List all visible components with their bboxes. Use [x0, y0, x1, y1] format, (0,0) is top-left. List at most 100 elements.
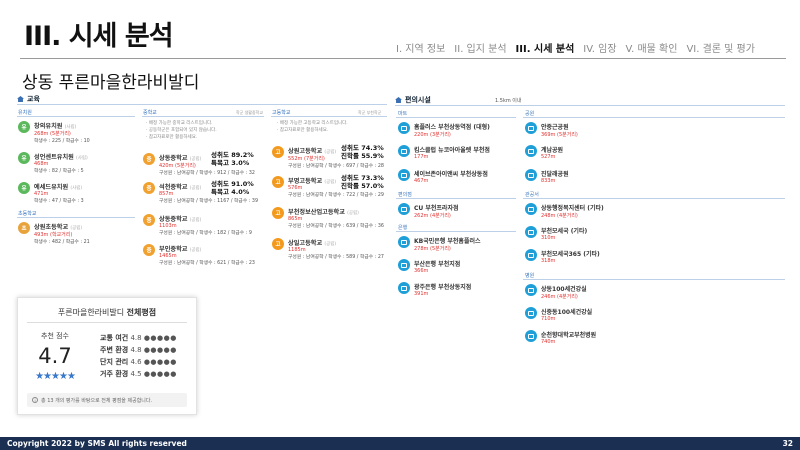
- list-item[interactable]: 계남공원 527m: [525, 145, 563, 160]
- house-icon: [395, 97, 402, 103]
- place-name: 부천모세국 (기타): [541, 228, 588, 235]
- high-divider: [271, 116, 387, 117]
- school-info: 구성원 : 남여공학 / 학생수 : 697 / 학급수 : 28: [288, 164, 384, 169]
- rating-items: 교통 여건 4.8 ●●●●● 주변 환경 4.8 ●●●●● 단지 관리 4.…: [100, 333, 177, 381]
- rating-card: 푸른마을한라비발디 전체평점 추천 점수 4.7 ★★★★★ 교통 여건 4.8…: [17, 297, 197, 415]
- nav-item-visit[interactable]: IV. 임장: [583, 40, 616, 55]
- school-type: (공립): [347, 211, 359, 216]
- place-name: 상동행정복지센터 (기타): [541, 205, 604, 212]
- middle-notes: · 배정 가능한 중학교 리스트입니다. · 공동학군은 포함되어 있지 않습니…: [146, 121, 217, 140]
- category-hospital: 병원: [525, 273, 535, 279]
- list-item[interactable]: 부산은행 부천지점 366m: [398, 259, 460, 274]
- category-divider: [523, 198, 785, 199]
- footer: Copyright 2022 by SMS All rights reserve…: [0, 437, 800, 450]
- star-icon: ★: [35, 371, 44, 382]
- place-name: 신중동100세건강실: [541, 309, 593, 316]
- place-distance: 467m: [414, 178, 429, 184]
- education-title: 교육: [17, 94, 40, 104]
- list-item[interactable]: 초 상원초등학교 (공립) 493m (학교거리) 학생수 : 482 / 학급…: [18, 222, 90, 245]
- list-item[interactable]: 상동100세건강실 246m (4분거리): [525, 284, 587, 300]
- achievement-rate: 성취도 89.2% 특목고 3.0%: [211, 151, 254, 167]
- school-info: 구성원 : 남여공학 / 학생수 : 639 / 학급수 : 36: [288, 224, 384, 229]
- place-distance: 366m: [414, 268, 429, 274]
- list-item[interactable]: 고 상일고등학교 (공립) 1185m 구성원 : 남여공학 / 학생수 : 5…: [272, 238, 384, 260]
- nav-item-listing[interactable]: V. 매물 확인: [626, 40, 678, 55]
- list-item[interactable]: 중 상동중학교 (공립) 1103m 구성원 : 남여공학 / 학생수 : 18…: [143, 214, 252, 236]
- list-item[interactable]: 유 성언센트유치원 (사립) 468m 학생수 : 82 / 학급수 : 5: [18, 152, 88, 174]
- office-icon: [525, 226, 537, 238]
- page-title: III. 시세 분석: [24, 21, 174, 52]
- nav-item-price[interactable]: III. 시세 분석: [516, 40, 575, 55]
- school-info: 학생수 : 82 / 학급수 : 5: [34, 169, 84, 174]
- nav-item-region[interactable]: I. 지역 정보: [396, 40, 445, 55]
- list-item[interactable]: 상동행정복지센터 (기타) 248m (4분거리): [525, 203, 604, 219]
- place-name: 순천향대학교부천병원: [541, 332, 597, 339]
- list-item[interactable]: 유 창의유치원 (사립) 268m (5분거리) 학생수 : 225 / 학급수…: [18, 121, 90, 144]
- nav-item-location[interactable]: II. 입지 분석: [454, 40, 506, 55]
- bank-icon: [398, 236, 410, 248]
- category-divider: [396, 231, 516, 232]
- kindergarten-header: 유치원: [18, 110, 32, 116]
- achievement-rate: 성취도 74.3% 진학률 55.9%: [341, 144, 384, 160]
- hospital-icon: [525, 307, 537, 319]
- list-item[interactable]: 광주은행 부천상동지점 391m: [398, 282, 471, 297]
- list-item[interactable]: 중 부인중학교 (공립) 1465m 구성원 : 남여공학 / 학생수 : 62…: [143, 244, 255, 266]
- middle-badge-icon: 중: [143, 244, 155, 256]
- category-bank: 은행: [398, 225, 408, 231]
- page-number: 32: [782, 439, 793, 448]
- info-icon: i: [32, 397, 38, 403]
- list-item[interactable]: 순천향대학교부천병원 740m: [525, 330, 596, 345]
- complex-name: 상동 푸른마을한라비발디: [22, 73, 200, 93]
- rating-row: 주변 환경 4.8 ●●●●●: [100, 346, 177, 354]
- hospital-icon: [525, 284, 537, 296]
- place-name: 부천모세국365 (기타): [541, 251, 600, 258]
- middle-badge-icon: 중: [143, 153, 155, 165]
- education-divider: [17, 104, 387, 105]
- school-name: 석천중학교: [159, 184, 188, 191]
- school-type: (사립): [70, 186, 83, 191]
- list-item[interactable]: CU 부천프라자점 262m (4분거리): [398, 203, 459, 219]
- mart-icon: [398, 145, 410, 157]
- nav-item-conclusion[interactable]: VI. 결론 및 평가: [686, 40, 755, 55]
- middle-badge-icon: 중: [143, 214, 155, 226]
- list-item[interactable]: 부천모세국 (기타) 310m: [525, 226, 587, 241]
- park-icon: [525, 122, 537, 134]
- school-name: 부천정보산업고등학교: [288, 209, 345, 216]
- school-info: 구성원 : 남여공학 / 학생수 : 722 / 학급수 : 29: [288, 193, 384, 198]
- convenience-divider: [395, 105, 785, 106]
- star-icon: ★: [66, 371, 76, 382]
- middle-header: 중학교: [143, 110, 157, 116]
- place-distance: 527m: [541, 154, 556, 160]
- place-name: 부산은행 부천지점: [414, 261, 461, 268]
- list-item[interactable]: 홈플러스 부천상동역점 (대형) 220m (3분거리): [398, 122, 490, 138]
- bank-icon: [398, 282, 410, 294]
- list-item[interactable]: 부천모세국365 (기타) 318m: [525, 249, 600, 264]
- category-mart: 마트: [398, 111, 408, 117]
- school-type: (공립): [324, 150, 337, 155]
- list-item[interactable]: 신중동100세건강실 710m: [525, 307, 592, 322]
- kindergarten-badge-icon: 유: [18, 182, 30, 194]
- list-item[interactable]: 세이브존아이앤씨 부천상동점 467m: [398, 169, 488, 184]
- school-name: 부명고등학교: [288, 178, 323, 185]
- mart-icon: [398, 122, 410, 134]
- place-distance: 710m: [541, 316, 556, 322]
- mart-icon: [398, 169, 410, 181]
- copyright-text: Copyright 2022 by SMS All rights reserve…: [7, 439, 187, 448]
- rating-divider: [27, 322, 187, 323]
- list-item[interactable]: 진달래공원 833m: [525, 169, 569, 184]
- list-item[interactable]: 안중근공원 369m (5분거리): [525, 122, 578, 138]
- list-item[interactable]: 고 부천정보산업고등학교 (공립) 865m 구성원 : 남여공학 / 학생수 …: [272, 207, 384, 229]
- hospital-icon: [525, 330, 537, 342]
- place-distance: 220m (3분거리): [414, 132, 451, 138]
- middle-badge-icon: 중: [143, 182, 155, 194]
- school-distance: 493m (학교거리): [34, 232, 73, 238]
- school-name: 성언센트유치원: [34, 154, 74, 161]
- dots-icon: ●●●●●: [143, 370, 177, 378]
- dots-icon: ●●●●●: [143, 334, 177, 342]
- elementary-badge-icon: 초: [18, 222, 30, 234]
- list-item[interactable]: 킴스클럽 뉴코아아울렛 부천점 177m: [398, 145, 490, 160]
- place-distance: 740m: [541, 339, 556, 345]
- list-item[interactable]: 유 예세드유치원 (사립) 471m 학생수 : 47 / 학급수 : 3: [18, 182, 84, 204]
- list-item[interactable]: KB국민은행 부천홈플러스 278m (5분거리): [398, 236, 481, 252]
- place-distance: 278m (5분거리): [414, 246, 451, 252]
